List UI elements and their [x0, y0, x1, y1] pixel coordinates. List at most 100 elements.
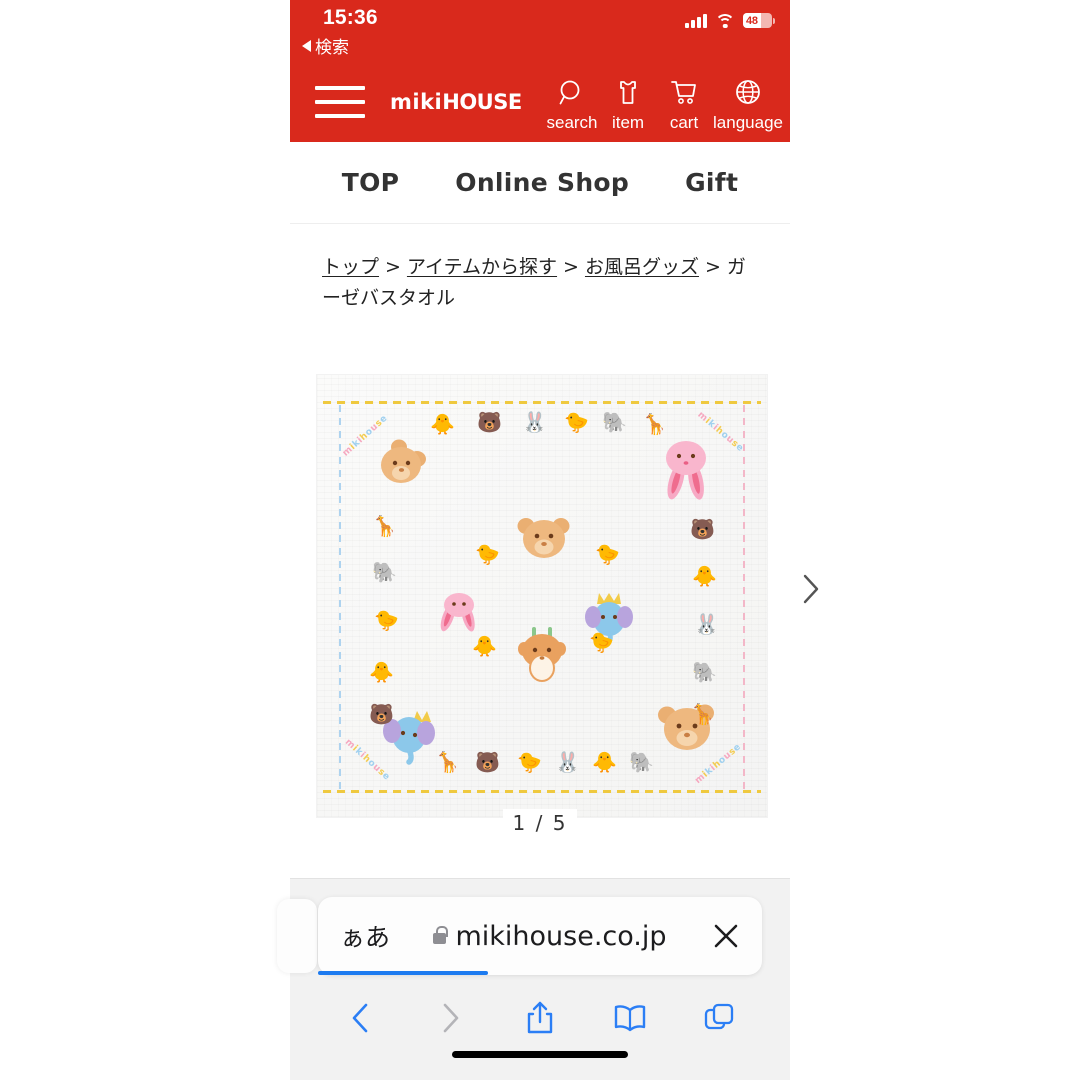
breadcrumb-separator: > [563, 256, 579, 278]
two-squares-tabs-icon [705, 1003, 734, 1030]
primary-nav-tabs: TOP Online Shop Gift [290, 142, 790, 224]
breadcrumb-separator: > [704, 256, 721, 278]
header-search-label: search [546, 113, 598, 132]
header-item-button[interactable]: item [600, 74, 656, 131]
tabs-button[interactable] [691, 994, 747, 1042]
site-header: mikiHOUSE search item cart language [290, 62, 790, 142]
wifi-icon [715, 13, 735, 28]
safari-toolbar [290, 989, 790, 1047]
towel-motif-bear-small: 🐻 [690, 518, 715, 541]
phone-page-column: 15:36 検索 48 mikiHOUSE search item cart l… [277, 0, 832, 1080]
open-book-icon [614, 1005, 645, 1032]
towel-motif-giraffe-small: 🦒 [435, 751, 460, 774]
back-label: 検索 [315, 38, 349, 57]
gallery-counter: 1 / 5 [290, 808, 790, 837]
lock-icon [433, 926, 449, 944]
header-search-button[interactable]: search [544, 74, 600, 131]
header-icon-group: search item cart language [544, 74, 784, 131]
towel-motif-chick: 🐥 [369, 661, 394, 684]
globe-language-icon [733, 74, 763, 112]
towel-motif-bunny-small: 🐰 [555, 751, 580, 774]
towel-motif-chick: 🐤 [595, 543, 620, 566]
bookmarks-button[interactable] [602, 994, 658, 1042]
towel-motif-chick: 🐤 [517, 751, 542, 774]
header-cart-button[interactable]: cart [656, 74, 712, 131]
header-item-label: item [611, 113, 645, 132]
towel-motif-chick: 🐤 [374, 609, 399, 632]
towel-motif-giraffe-center [518, 626, 566, 682]
share-up-arrow-icon [527, 1001, 553, 1034]
page-load-progress-track [318, 971, 762, 975]
close-x-icon [714, 924, 738, 948]
safari-bottom-chrome: ぁあ mikihouse.co.jp [277, 878, 790, 1080]
towel-motif-giraffe-small: 🦒 [690, 703, 715, 726]
nav-tab-top[interactable]: TOP [342, 168, 400, 197]
towel-motif-chick: 🐤 [589, 631, 614, 654]
home-indicator[interactable] [452, 1051, 628, 1058]
towel-motif-bunny-midleft [440, 592, 475, 632]
chevron-left-icon [352, 1003, 368, 1033]
breadcrumb-item-top[interactable]: トップ [322, 256, 379, 278]
safari-address-bar[interactable]: ぁあ mikihouse.co.jp [318, 897, 762, 975]
towel-motif-bear-small: 🐻 [477, 411, 502, 434]
towel-motif-chick: 🐤 [564, 411, 589, 434]
towel-motif-chick: 🐥 [430, 413, 455, 436]
forward-button[interactable] [422, 994, 478, 1042]
brand-lower: miki [390, 90, 443, 114]
breadcrumb-item-bath-goods[interactable]: お風呂グッズ [585, 256, 699, 278]
back-button[interactable] [333, 994, 389, 1042]
towel-motif-chick: 🐥 [692, 565, 717, 588]
towel-motif-chick: 🐥 [472, 635, 497, 658]
battery-percent: 48 [746, 14, 758, 27]
adjacent-tab-peek[interactable] [277, 899, 317, 973]
battery-icon: 48 [743, 13, 775, 28]
towel-motif-elephant-small: 🐘 [629, 751, 654, 774]
page-load-progress-fill [318, 971, 488, 975]
nav-tab-online-shop[interactable]: Online Shop [455, 168, 629, 197]
gallery-next-button[interactable] [790, 552, 832, 625]
header-language-label: language [713, 113, 783, 132]
breadcrumb: トップ > アイテムから探す > お風呂グッズ > ガーゼバスタオル [290, 224, 790, 315]
gallery-counter-current: 1 [512, 810, 528, 835]
chevron-right-icon [444, 1003, 459, 1033]
product-image-gauze-bath-towel[interactable]: mikihouse mikihouse mikihouse mikihouse [317, 374, 767, 817]
header-cart-label: cart [669, 113, 699, 132]
nav-tab-gift[interactable]: Gift [685, 168, 738, 197]
url-text: mikihouse.co.jp [455, 920, 667, 952]
url-display[interactable]: mikihouse.co.jp [410, 921, 690, 952]
stop-loading-button[interactable] [690, 921, 762, 951]
towel-motif-bear-small: 🐻 [369, 703, 394, 726]
shopping-cart-icon [669, 74, 699, 112]
breadcrumb-item-search-by-item[interactable]: アイテムから探す [407, 256, 557, 278]
status-bar-back-to-search[interactable]: 検索 [302, 33, 349, 58]
towel-motif-bear-center [517, 517, 570, 558]
ios-status-bar: 15:36 検索 48 [290, 0, 790, 62]
share-button[interactable] [512, 994, 568, 1042]
towel-stitch-right [743, 404, 745, 789]
tshirt-item-icon [613, 74, 643, 112]
brand-upper: HOUSE [442, 90, 522, 114]
towel-motif-bunny-small: 🐰 [694, 613, 719, 636]
mikihouse-logo[interactable]: mikiHOUSE [390, 90, 522, 114]
towel-motif-elephant-small: 🐘 [692, 661, 717, 684]
header-language-button[interactable]: language [712, 74, 784, 131]
towel-stitch-top [323, 400, 761, 404]
towel-stitch-left [339, 404, 341, 789]
towel-motif-giraffe-small: 🦒 [642, 413, 667, 436]
breadcrumb-separator: > [385, 256, 401, 278]
status-bar-time: 15:36 [323, 6, 378, 29]
towel-motif-elephant-small: 🐘 [602, 411, 627, 434]
cellular-bars-icon [685, 13, 707, 28]
towel-motif-bunny-small: 🐰 [522, 411, 547, 434]
hamburger-menu-icon[interactable] [315, 82, 365, 122]
product-gallery: mikihouse mikihouse mikihouse mikihouse [290, 374, 832, 845]
towel-motif-chick: 🐤 [475, 543, 500, 566]
towel-stitch-bottom [323, 789, 761, 793]
gallery-counter-total: 5 [552, 810, 568, 835]
back-triangle-icon [302, 39, 311, 52]
towel-motif-bunny-topright [666, 440, 706, 500]
screenshot-root: 15:36 検索 48 mikiHOUSE search item cart l… [0, 0, 1080, 1080]
towel-motif-elephant-small: 🐘 [372, 561, 397, 584]
page-settings-aa-button[interactable]: ぁあ [318, 918, 410, 954]
chevron-right-icon [803, 574, 819, 603]
